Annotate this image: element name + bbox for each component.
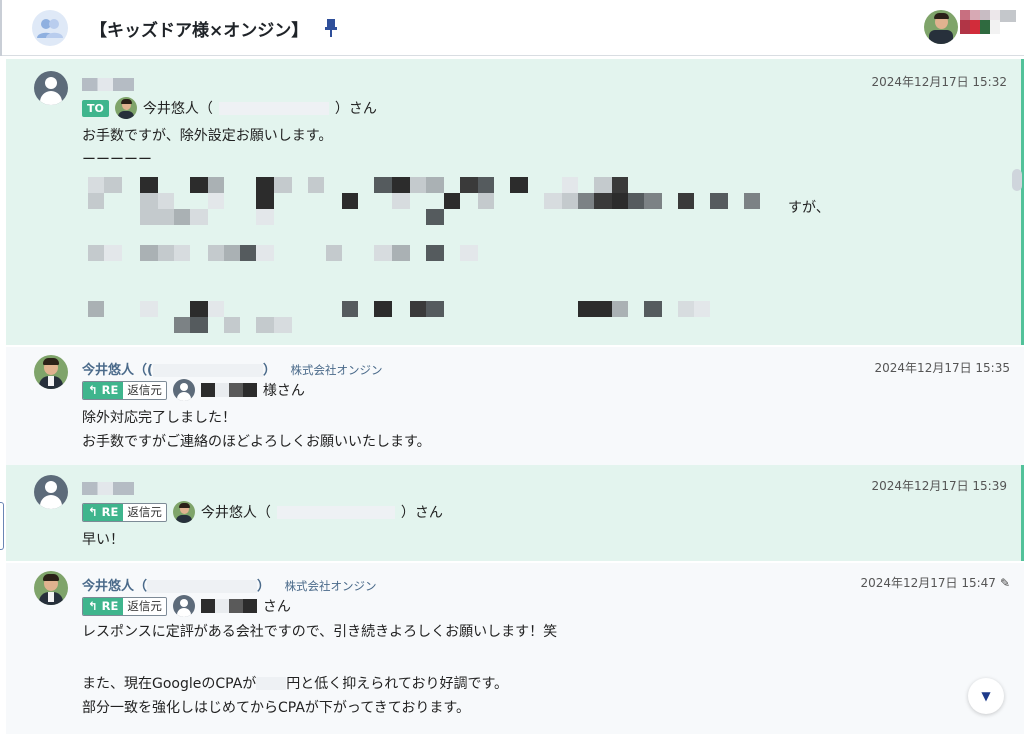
redacted-text — [152, 364, 263, 377]
redacted-name — [200, 599, 257, 613]
pin-icon[interactable] — [324, 18, 340, 38]
room-members[interactable] — [924, 10, 1018, 44]
reply-avatar — [172, 595, 195, 617]
timestamp-text: 2024年12月17日 15:47 — [860, 576, 996, 590]
reply-line: ↰ RE 返信元 さん — [82, 595, 291, 617]
message-line: 早い！ — [82, 532, 124, 548]
message-line: レスポンスに定評がある会社ですので、引き続きよろしくお願いします！笑 — [82, 624, 558, 640]
message-timestamp: 2024年12月17日 15:47 ✎ — [860, 574, 1010, 591]
reply-suffix: ）さん — [400, 505, 443, 521]
redacted-name — [82, 78, 134, 91]
reply-avatar — [172, 501, 195, 523]
message-line: すが、 — [788, 200, 830, 216]
reply-suffix: さん — [262, 599, 291, 615]
sender-name[interactable]: 今井悠人（( ） 株式会社オンジン — [82, 359, 383, 378]
message-line: 除外対応完了しました！ — [82, 410, 236, 426]
sender-label: 今井悠人（( — [82, 363, 153, 378]
scroll-down-button[interactable]: ▼ — [968, 678, 1004, 714]
redacted-name — [82, 482, 134, 495]
sender-org: 株式会社オンジン — [290, 363, 383, 377]
message-item[interactable]: 今井悠人（( ） 株式会社オンジン 2024年12月17日 15:35 ↰ RE … — [6, 347, 1024, 465]
message-line: また、現在GoogleのCPAが 円と低く抑えられており好調です。 — [82, 673, 508, 693]
reply-line: ↰ RE 返信元 今井悠人（ ）さん — [82, 501, 443, 523]
reply-name: 今井悠人（ — [200, 505, 271, 521]
sender-label-close: ） — [262, 363, 276, 378]
reply-avatar — [172, 379, 195, 401]
message-line: お手数ですが、除外設定お願いします。 — [82, 128, 333, 144]
sender-org: 株式会社オンジン — [284, 579, 377, 593]
message-timeline[interactable]: 2024年12月17日 15:32 TO 今井悠人（ ）さん お手数ですが、除外… — [0, 57, 1024, 734]
reply-arrow-icon: ↰ RE — [83, 381, 124, 399]
reply-source-link[interactable]: 返信元 — [123, 503, 166, 521]
sender-name[interactable]: 今井悠人（ ） 株式会社オンジン — [82, 575, 377, 594]
message-timestamp: 2024年12月17日 15:39 — [871, 479, 1007, 493]
avatar[interactable] — [34, 71, 68, 105]
redacted-text — [276, 505, 395, 519]
message-timestamp: 2024年12月17日 15:35 — [874, 361, 1010, 375]
recipient-avatar — [114, 97, 137, 119]
sender-label: 今井悠人（ — [82, 579, 148, 594]
avatar[interactable] — [34, 355, 68, 389]
message-line: ーーーーー — [82, 152, 152, 168]
avatar[interactable] — [34, 571, 68, 605]
redacted-text — [218, 101, 329, 115]
reply-source-link[interactable]: 返信元 — [123, 597, 166, 615]
recipient-suffix: ）さん — [334, 101, 377, 117]
sender-name[interactable] — [82, 77, 134, 92]
side-panel-handle[interactable] — [0, 502, 4, 550]
sender-label-close: ） — [257, 579, 271, 594]
reply-source-link[interactable]: 返信元 — [123, 381, 166, 399]
edit-icon[interactable]: ✎ — [1000, 576, 1010, 590]
message-item[interactable]: 2024年12月17日 15:32 TO 今井悠人（ ）さん お手数ですが、除外… — [6, 59, 1024, 345]
message-line: 部分一致を強化しはじめてからCPAが下がってきております。 — [82, 700, 470, 716]
room-header: 【キッズドア様×オンジン】 — [0, 0, 1024, 56]
message-text: また、現在GoogleのCPAが — [82, 676, 257, 692]
group-icon[interactable] — [32, 10, 68, 46]
reply-arrow-icon: ↰ RE — [83, 503, 124, 521]
redacted-content — [88, 177, 760, 333]
header-divider — [0, 0, 2, 56]
reply-suffix: 様さん — [262, 383, 305, 399]
to-line: TO 今井悠人（ ）さん — [82, 97, 377, 119]
reply-arrow-icon: ↰ RE — [83, 597, 124, 615]
message-line: お手数ですがご連絡のほどよろしくお願いいたします。 — [82, 434, 431, 450]
room-title: 【キッズドア様×オンジン】 — [90, 21, 309, 41]
reply-badge[interactable]: ↰ RE 返信元 — [82, 596, 167, 616]
redacted-name — [200, 383, 257, 397]
recipient-name: 今井悠人（ — [142, 101, 213, 117]
member-avatar[interactable] — [924, 10, 958, 44]
to-badge: TO — [82, 99, 109, 117]
reply-badge[interactable]: ↰ RE 返信元 — [82, 380, 167, 400]
member-avatars-blurred[interactable] — [960, 10, 1018, 44]
message-timestamp: 2024年12月17日 15:32 — [871, 75, 1007, 89]
reply-line: ↰ RE 返信元 様さん — [82, 379, 305, 401]
message-item[interactable]: 今井悠人（ ） 株式会社オンジン 2024年12月17日 15:47 ✎ ↰ RE … — [6, 563, 1024, 734]
redacted-text — [147, 580, 258, 593]
redacted-text — [256, 676, 287, 690]
message-text: 円と低く抑えられており好調です。 — [286, 676, 509, 692]
timeline-scrollbar[interactable] — [1012, 169, 1022, 191]
message-item[interactable]: 2024年12月17日 15:39 ↰ RE 返信元 今井悠人（ ）さん 早い！ — [6, 465, 1024, 561]
reply-badge[interactable]: ↰ RE 返信元 — [82, 502, 167, 522]
avatar[interactable] — [34, 475, 68, 509]
sender-name[interactable] — [82, 481, 134, 496]
